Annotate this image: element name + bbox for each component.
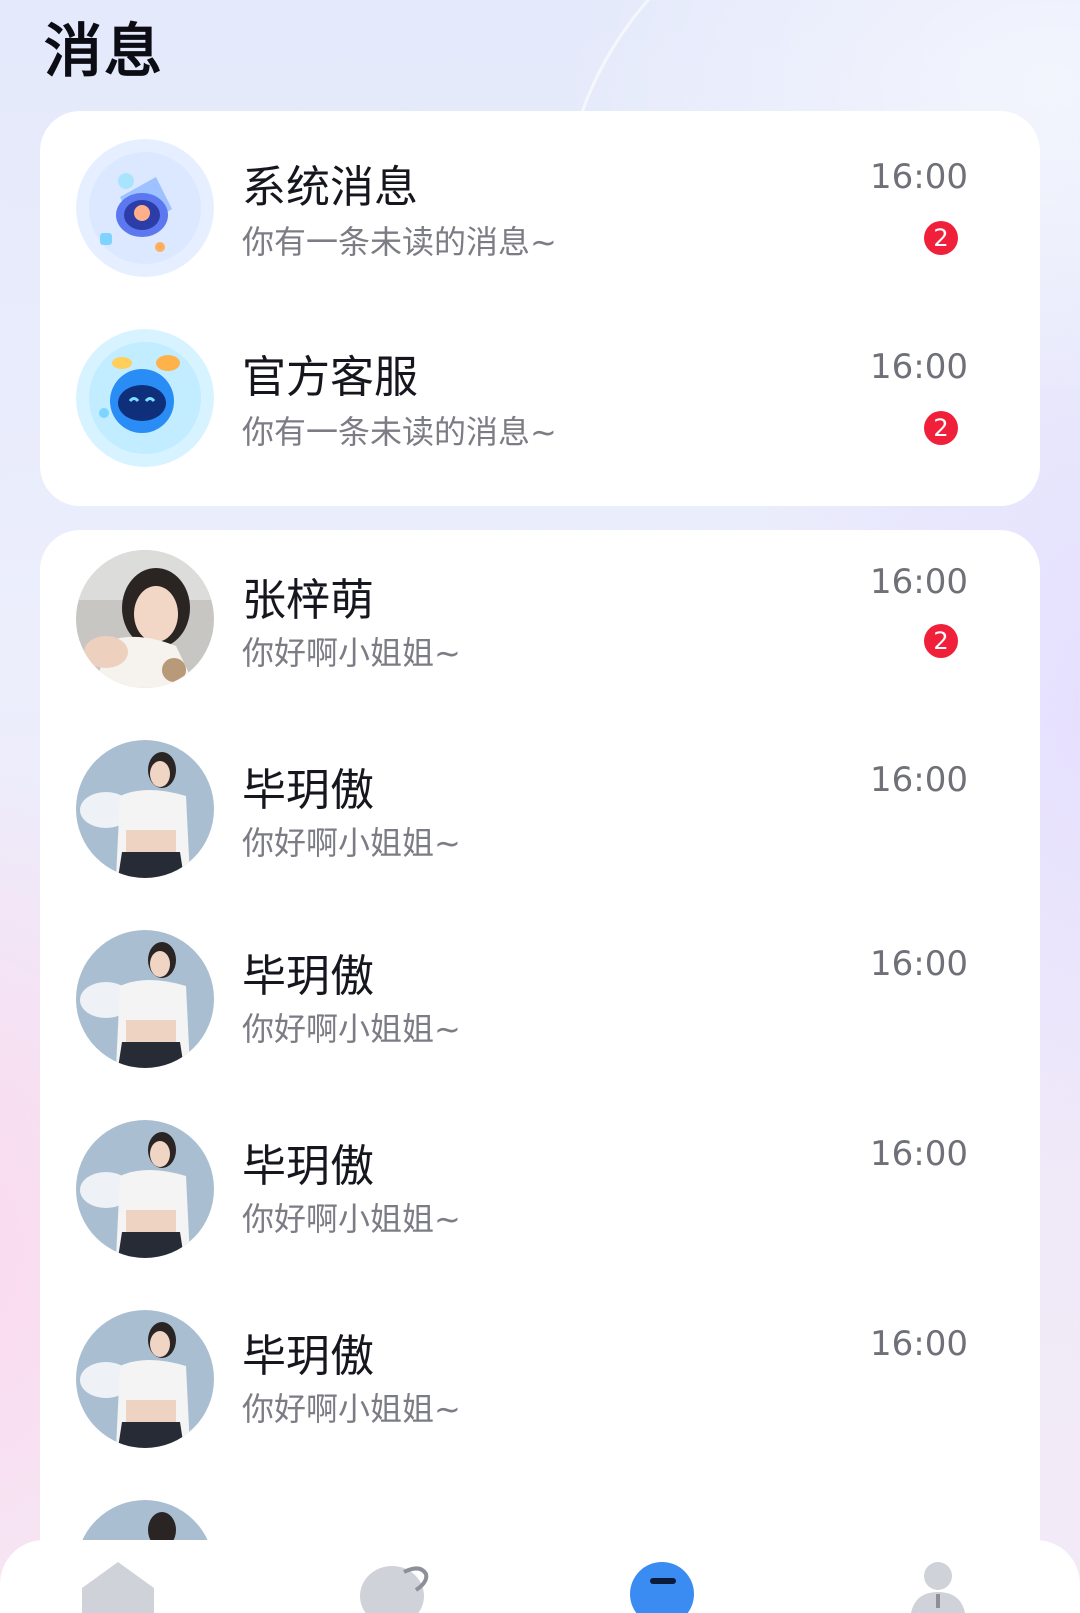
avatar <box>76 1120 214 1258</box>
unread-badge: 2 <box>924 624 958 658</box>
message-time: 16:00 <box>870 347 968 387</box>
message-icon[interactable] <box>630 1560 710 1613</box>
chat-item[interactable]: 毕玥傲 你好啊小姐姐~ 16:00 <box>40 1120 1040 1300</box>
message-preview: 你好啊小姐姐~ <box>242 1010 461 1048</box>
contact-name: 毕玥傲 <box>242 951 374 1002</box>
system-message-card: 系统消息 你有一条未读的消息~ 16:00 2 官方客服 你有一条未读的消息~ … <box>40 111 1040 506</box>
message-preview: 你好啊小姐姐~ <box>242 634 461 672</box>
sender-name: 官方客服 <box>242 352 418 403</box>
chat-item[interactable]: 毕玥傲 你好啊小姐姐~ 16:00 <box>40 740 1040 920</box>
avatar <box>76 550 214 688</box>
home-icon[interactable] <box>78 1560 158 1613</box>
message-preview: 你好啊小姐姐~ <box>242 1390 461 1428</box>
page-title: 消息 <box>44 17 165 85</box>
profile-icon[interactable] <box>906 1560 986 1613</box>
message-time: 16:00 <box>870 562 968 602</box>
chat-item[interactable]: 毕玥傲 你好啊小姐姐~ 16:00 <box>40 1310 1040 1490</box>
discover-icon[interactable] <box>358 1560 438 1613</box>
bottom-tab-bar <box>0 1540 1080 1613</box>
list-item-service[interactable]: 官方客服 你有一条未读的消息~ 16:00 2 <box>40 319 1040 499</box>
chat-item[interactable]: 毕玥傲 你好啊小姐姐~ 16:00 <box>40 930 1040 1110</box>
message-time: 16:00 <box>870 157 968 197</box>
sender-name: 系统消息 <box>242 162 418 213</box>
unread-badge: 2 <box>924 411 958 445</box>
message-preview: 你好啊小姐姐~ <box>242 824 461 862</box>
contact-name: 毕玥傲 <box>242 1141 374 1192</box>
contact-name: 毕玥傲 <box>242 765 374 816</box>
chat-list-card: 张梓萌 你好啊小姐姐~ 16:00 2 毕玥傲 你好啊小姐姐~ 16:00 毕玥… <box>40 530 1040 1613</box>
bell-icon <box>76 139 214 277</box>
unread-badge: 2 <box>924 221 958 255</box>
message-time: 16:00 <box>870 1134 968 1174</box>
avatar <box>76 740 214 878</box>
avatar <box>76 930 214 1068</box>
robot-icon <box>76 329 214 467</box>
message-preview: 你有一条未读的消息~ <box>242 223 557 261</box>
message-time: 16:00 <box>870 760 968 800</box>
message-time: 16:00 <box>870 1324 968 1364</box>
contact-name: 张梓萌 <box>242 575 374 626</box>
chat-item[interactable]: 张梓萌 你好啊小姐姐~ 16:00 2 <box>40 550 1040 730</box>
message-time: 16:00 <box>870 944 968 984</box>
message-preview: 你有一条未读的消息~ <box>242 413 557 451</box>
contact-name: 毕玥傲 <box>242 1331 374 1382</box>
list-item-system[interactable]: 系统消息 你有一条未读的消息~ 16:00 2 <box>40 129 1040 309</box>
message-preview: 你好啊小姐姐~ <box>242 1200 461 1238</box>
avatar <box>76 1310 214 1448</box>
